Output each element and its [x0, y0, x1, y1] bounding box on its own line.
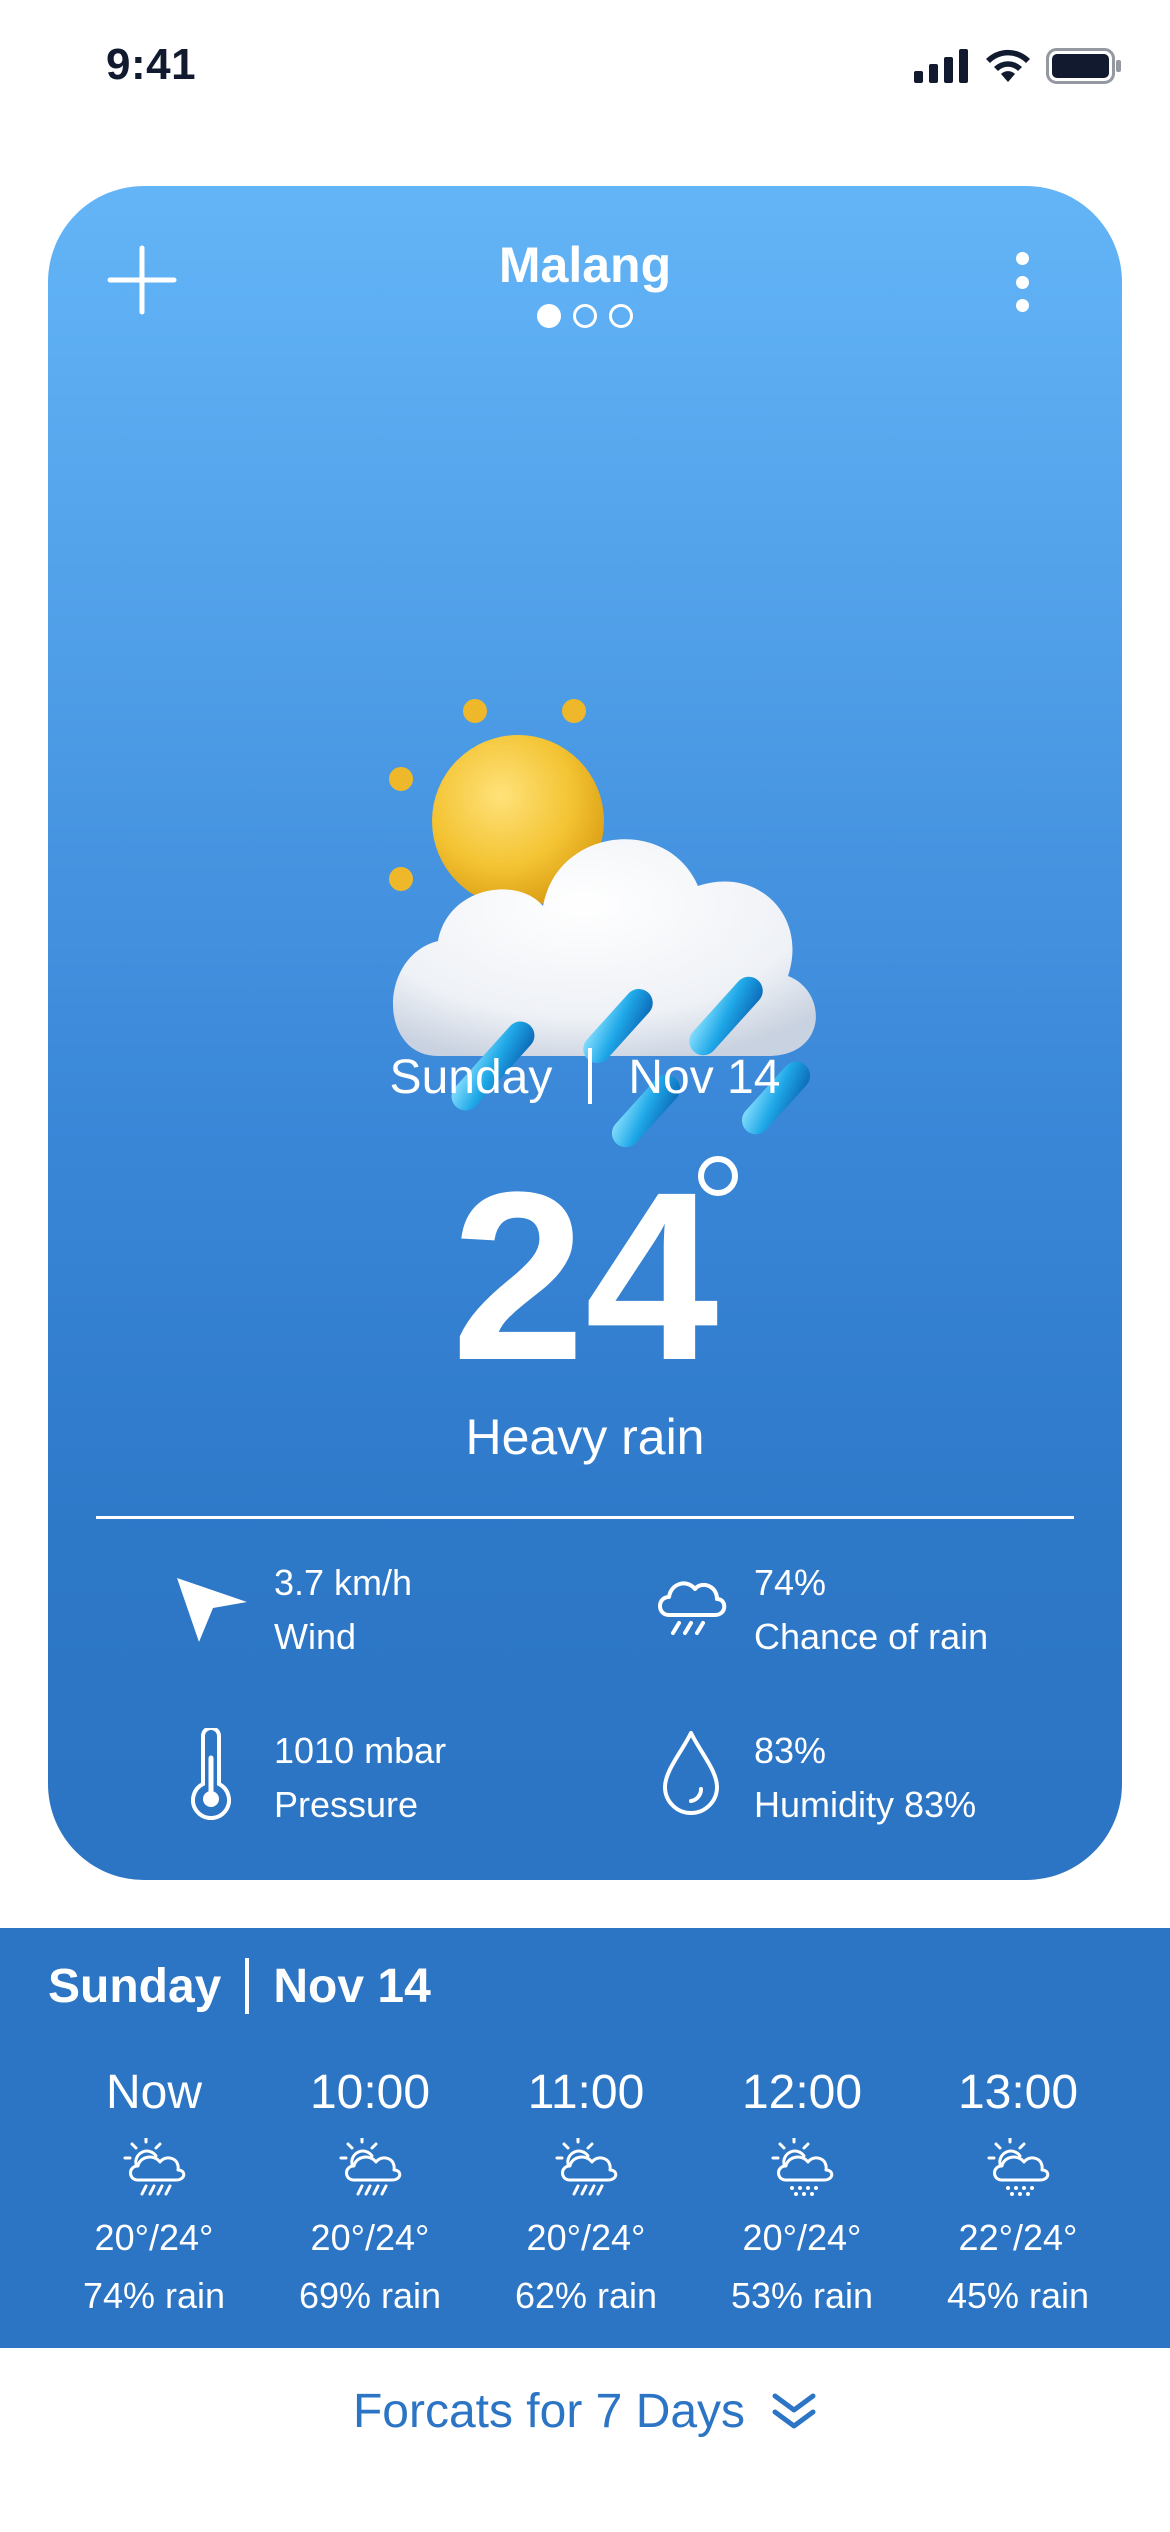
hourly-date: Nov 14: [273, 1959, 431, 2013]
hour-rain: 62% rain: [514, 2275, 658, 2316]
hour-temp: 20°/24°: [742, 2217, 862, 2258]
pressure-label: Pressure: [274, 1784, 419, 1825]
hour-temp: 20°/24°: [526, 2217, 646, 2258]
hour-item[interactable]: Now 20°/24° 74% rain: [54, 2058, 254, 2324]
status-time: 9:41: [106, 40, 197, 89]
current-temperature: 24: [48, 1156, 1122, 1396]
signal-icon: [914, 49, 968, 83]
hour-rain: 74% rain: [82, 2275, 226, 2316]
date-separator: [588, 1048, 593, 1105]
hour-time: 11:00: [527, 2066, 645, 2119]
rain-label: Chance of rain: [754, 1616, 989, 1657]
humidity-value: 83%: [754, 1730, 827, 1771]
thermometer-icon: [166, 1724, 256, 1824]
city-name: Malang: [498, 237, 672, 293]
forecast-7-days-button[interactable]: Forcats for 7 Days: [0, 2384, 1170, 2439]
page-dot-3[interactable]: [609, 304, 633, 328]
partly-cloudy-drizzle-icon: [702, 2128, 902, 2208]
hour-time: 10:00: [309, 2066, 431, 2119]
hour-temp: 20°/24°: [310, 2217, 430, 2258]
double-chevron-down-icon: [772, 2393, 816, 2428]
hour-item[interactable]: 13:00 22°/24° 45% rain: [918, 2058, 1118, 2324]
hour-time: 13:00: [957, 2066, 1079, 2119]
status-bar: 9:41: [0, 0, 1170, 140]
rain-cloud-icon: [646, 1556, 736, 1656]
hour-item[interactable]: 12:00 20°/24° 53% rain: [702, 2058, 902, 2324]
hourly-separator: [245, 1958, 250, 2014]
hour-temp: 22°/24°: [958, 2217, 1078, 2258]
hour-rain: 53% rain: [730, 2275, 874, 2316]
hour-rain: 45% rain: [946, 2275, 1090, 2316]
current-day: Sunday: [389, 1051, 553, 1104]
more-dot-icon: [1015, 275, 1029, 289]
degree-icon: [698, 1156, 738, 1196]
partly-cloudy-rain-icon: [486, 2128, 686, 2208]
metric-humidity: 83% Humidity 83%: [646, 1724, 976, 1832]
forecast-label: Forcats for 7 Days: [352, 2385, 746, 2438]
partly-cloudy-rain-icon: [270, 2128, 470, 2208]
page-indicator[interactable]: [48, 304, 1122, 328]
hour-time: 12:00: [741, 2066, 863, 2119]
hour-item[interactable]: 11:00 20°/24° 62% rain: [486, 2058, 686, 2324]
card-header: Malang: [48, 186, 1122, 366]
hourly-forecast[interactable]: Sunday Nov 14 Now 20°/24° 74% rain 10:00 …: [0, 1928, 1170, 2348]
more-dot-icon: [1015, 299, 1029, 312]
temperature-value: 24: [451, 1142, 719, 1410]
partly-cloudy-drizzle-icon: [918, 2128, 1118, 2208]
current-date: Sunday Nov 14: [48, 1048, 1122, 1108]
page-dot-2[interactable]: [573, 304, 597, 328]
status-icons: [914, 48, 1122, 84]
hour-time: Now: [105, 2066, 203, 2119]
hourly-title: Sunday Nov 14: [48, 1958, 431, 2014]
navigation-arrow-icon: [166, 1556, 256, 1656]
current-date-value: Nov 14: [628, 1051, 781, 1104]
wind-value: 3.7 km/h: [274, 1562, 413, 1603]
page-dot-1[interactable]: [537, 304, 561, 328]
wind-label: Wind: [274, 1616, 357, 1657]
hourly-day: Sunday: [48, 1959, 222, 2013]
hourly-list[interactable]: Now 20°/24° 74% rain 10:00 20°/24° 69% r…: [0, 2058, 1170, 2348]
hour-item[interactable]: 10:00 20°/24° 69% rain: [270, 2058, 470, 2324]
water-drop-icon: [646, 1724, 736, 1824]
humidity-label: Humidity 83%: [754, 1784, 977, 1825]
hour-temp: 20°/24°: [94, 2217, 214, 2258]
rain-value: 74%: [754, 1562, 827, 1603]
current-condition: Heavy rain: [465, 1409, 705, 1465]
more-options-button[interactable]: [1002, 246, 1042, 318]
more-dot-icon: [1015, 252, 1029, 265]
metric-chance-of-rain: 74% Chance of rain: [646, 1556, 988, 1664]
metric-pressure: 1010 mbar Pressure: [166, 1724, 446, 1832]
partly-cloudy-rain-icon: [54, 2128, 254, 2208]
pressure-value: 1010 mbar: [274, 1730, 447, 1771]
wifi-icon: [986, 49, 1030, 82]
divider: [96, 1516, 1074, 1519]
hour-rain: 69% rain: [298, 2275, 442, 2316]
metric-wind: 3.7 km/h Wind: [166, 1556, 412, 1664]
battery-icon: [1046, 48, 1121, 84]
weather-card: Malang Sunday Nov 14 24 Heavy rain 3.7 k…: [48, 186, 1122, 1880]
